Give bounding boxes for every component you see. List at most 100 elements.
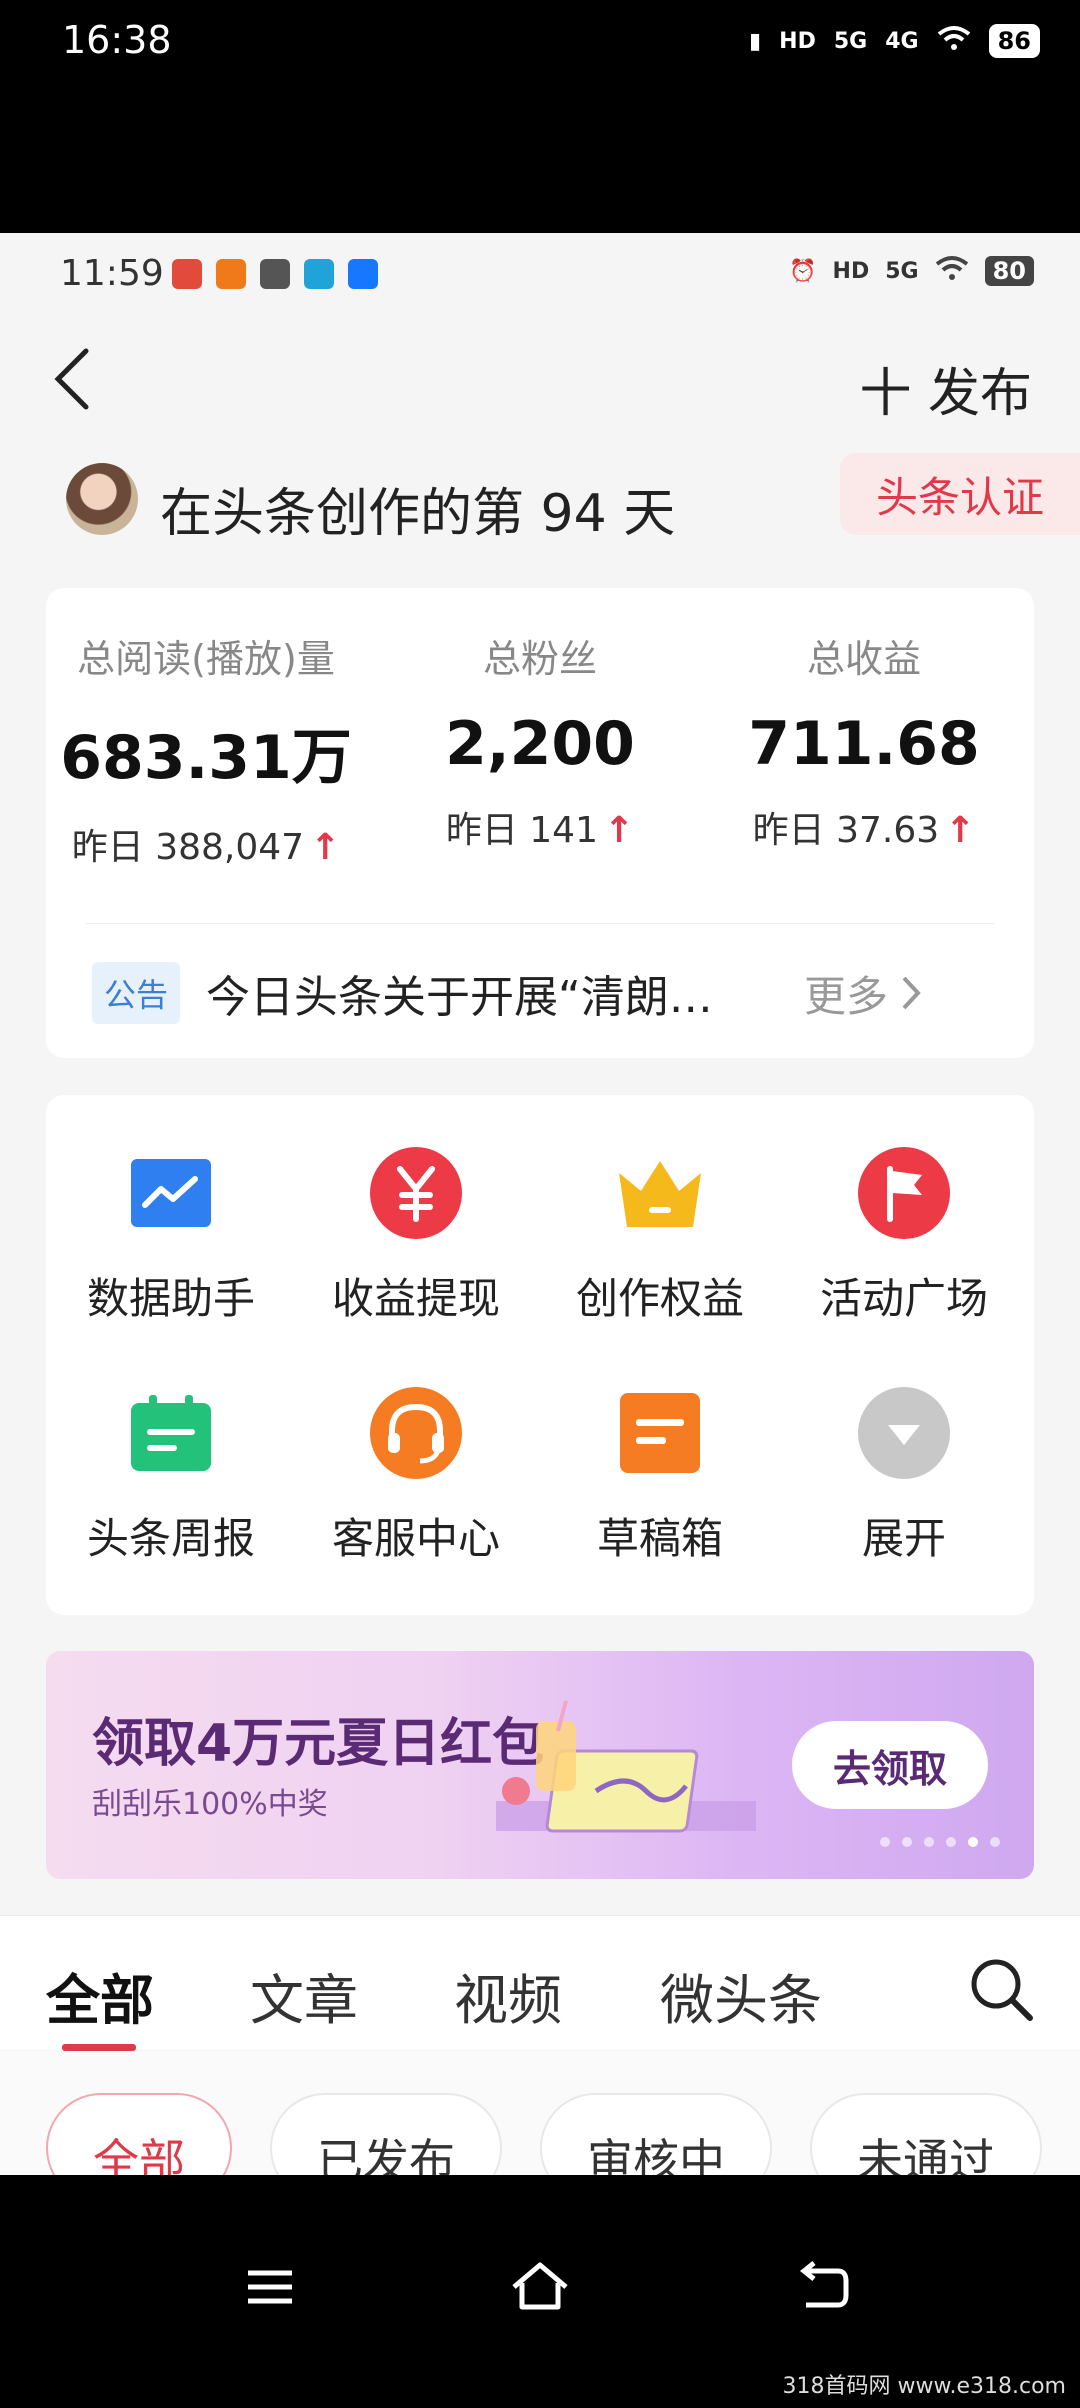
stat-sub-text: 昨日 141 xyxy=(445,810,598,851)
stat-total-reads[interactable]: 总阅读(播放)量 683.31万 昨日 388,047 ↑ xyxy=(46,628,366,870)
carousel-dot-active xyxy=(968,1837,978,1847)
stat-value: 711.68 xyxy=(748,709,980,779)
alipay-notify-icon xyxy=(348,259,378,289)
stat-label: 总收益 xyxy=(806,637,921,681)
promo-banner[interactable]: 领取4万元夏日红包 刮刮乐100%中奖 去领取 xyxy=(46,1651,1034,1879)
carousel-dot xyxy=(902,1837,912,1847)
tool-income-withdraw[interactable]: 收益提现 xyxy=(296,1145,536,1326)
inner-signal-icon: 5G xyxy=(885,258,919,284)
publish-button[interactable]: 十 发布 xyxy=(859,351,1032,426)
stat-total-income[interactable]: 总收益 711.68 昨日 37.63 ↑ xyxy=(704,628,1024,853)
tool-label: 头条周报 xyxy=(86,1514,255,1563)
stats-card: 总阅读(播放)量 683.31万 昨日 388,047 ↑ 总粉丝 2,200 昨… xyxy=(46,588,1034,1058)
stat-sub-text: 昨日 388,047 xyxy=(71,827,305,868)
stat-total-fans[interactable]: 总粉丝 2,200 昨日 141 ↑ xyxy=(380,628,700,853)
page-header: 十 发布 xyxy=(0,313,1080,433)
system-nav-bar: 318首码网 www.e318.com xyxy=(0,2175,1080,2408)
notice-bar[interactable]: 公告 今日头条关于开展“清朗… 更多 xyxy=(92,958,994,1028)
filter-all[interactable]: 全部 xyxy=(46,2093,232,2175)
app-notify-icon xyxy=(216,259,246,289)
crown-icon xyxy=(612,1145,708,1241)
tab-articles[interactable]: 文章 xyxy=(250,1956,358,2035)
tool-weekly-report[interactable]: 头条周报 xyxy=(51,1385,291,1566)
battery-icon: 86 xyxy=(988,24,1040,58)
carousel-dot xyxy=(990,1837,1000,1847)
hd-icon: HD xyxy=(779,28,816,54)
carousel-dot xyxy=(946,1837,956,1847)
tool-data-assistant[interactable]: 数据助手 xyxy=(51,1145,291,1326)
flag-icon xyxy=(856,1145,952,1241)
tool-drafts[interactable]: 草稿箱 xyxy=(540,1385,780,1566)
content-tabs: 全部 文章 视频 微头条 xyxy=(0,1915,1080,2051)
notification-icons xyxy=(172,259,378,289)
menu-button[interactable] xyxy=(238,2255,302,2319)
expand-icon xyxy=(856,1385,952,1481)
tab-micro-posts[interactable]: 微头条 xyxy=(660,1956,822,2035)
stat-sub-text: 昨日 37.63 xyxy=(752,810,940,851)
chart-icon xyxy=(123,1145,219,1241)
search-icon xyxy=(971,1959,1033,2021)
inner-wifi-icon xyxy=(935,255,969,287)
device-status-bar: 16:38 ▮ HD 5G 4G 86 xyxy=(0,0,1080,88)
stat-sub: 昨日 388,047 ↑ xyxy=(46,818,366,870)
filter-published[interactable]: 已发布 xyxy=(270,2093,502,2175)
creator-days-text: 在头条创作的第 94 天 xyxy=(160,484,676,544)
home-button[interactable] xyxy=(508,2255,572,2319)
avatar[interactable] xyxy=(66,463,138,535)
yuan-icon xyxy=(368,1145,464,1241)
headset-icon xyxy=(368,1385,464,1481)
notice-tag: 公告 xyxy=(92,962,181,1024)
inner-hd-icon: HD xyxy=(832,258,870,284)
alarm-icon: ⏰ xyxy=(789,258,817,284)
tool-label: 草稿箱 xyxy=(596,1514,723,1563)
tool-label: 活动广场 xyxy=(819,1274,988,1323)
notice-text[interactable]: 今日头条关于开展“清朗… xyxy=(206,961,796,1025)
creator-row: 在头条创作的第 94 天 头条认证 xyxy=(0,453,1080,553)
carousel-dot xyxy=(880,1837,890,1847)
search-button[interactable] xyxy=(968,1956,1034,2022)
home-icon xyxy=(512,2262,568,2310)
tool-label: 客服中心 xyxy=(331,1514,500,1563)
tool-label: 数据助手 xyxy=(86,1274,255,1323)
return-icon xyxy=(799,2261,849,2308)
device-status-icons: ▮ HD 5G 4G 86 xyxy=(749,24,1040,58)
carousel-dots xyxy=(880,1837,1000,1847)
tool-label: 收益提现 xyxy=(331,1274,500,1323)
back-arrow-icon xyxy=(54,348,89,410)
signal-4g-icon: 4G xyxy=(885,28,919,54)
notice-more-label: 更多 xyxy=(804,971,889,1021)
tab-videos[interactable]: 视频 xyxy=(454,1956,562,2035)
tools-card: 数据助手 收益提现 创作权益 活动广场 头条周报 客服中心 草稿箱 展开 xyxy=(46,1095,1034,1615)
link-notify-icon xyxy=(260,259,290,289)
up-arrow-icon: ↑ xyxy=(945,810,976,851)
carousel-dot xyxy=(924,1837,934,1847)
active-tab-indicator xyxy=(62,2044,136,2051)
tool-activity-plaza[interactable]: 活动广场 xyxy=(784,1145,1024,1326)
filter-reviewing[interactable]: 审核中 xyxy=(540,2093,772,2175)
claim-button[interactable]: 去领取 xyxy=(792,1721,988,1809)
stat-label: 总阅读(播放)量 xyxy=(77,637,335,681)
device-time: 16:38 xyxy=(62,18,172,62)
vibrate-icon: ▮ xyxy=(749,28,762,54)
stat-sub: 昨日 141 ↑ xyxy=(380,801,700,853)
notice-more-link[interactable]: 更多 xyxy=(804,963,922,1024)
toutiao-cert-button[interactable]: 头条认证 xyxy=(840,453,1080,535)
inner-time: 11:59 xyxy=(60,253,164,294)
back-nav-button[interactable] xyxy=(792,2255,856,2319)
tool-expand[interactable]: 展开 xyxy=(784,1385,1024,1566)
tool-creator-rights[interactable]: 创作权益 xyxy=(540,1145,780,1326)
inner-status-bar: 11:59 ⏰ HD 5G 80 xyxy=(0,233,1080,313)
inner-status-icons: ⏰ HD 5G 80 xyxy=(789,255,1034,287)
black-band xyxy=(0,88,1080,233)
wifi-icon xyxy=(937,25,971,57)
tool-customer-service[interactable]: 客服中心 xyxy=(296,1385,536,1566)
tool-label: 创作权益 xyxy=(575,1274,744,1323)
back-button[interactable] xyxy=(48,343,98,413)
filter-rejected[interactable]: 未通过 xyxy=(810,2093,1042,2175)
up-arrow-icon: ↑ xyxy=(310,827,341,868)
tab-all[interactable]: 全部 xyxy=(46,1956,154,2035)
status-filters: 全部 已发布 审核中 未通过 xyxy=(0,2051,1080,2175)
app2-notify-icon xyxy=(304,259,334,289)
stat-label: 总粉丝 xyxy=(482,637,597,681)
menu-icon xyxy=(248,2270,292,2304)
